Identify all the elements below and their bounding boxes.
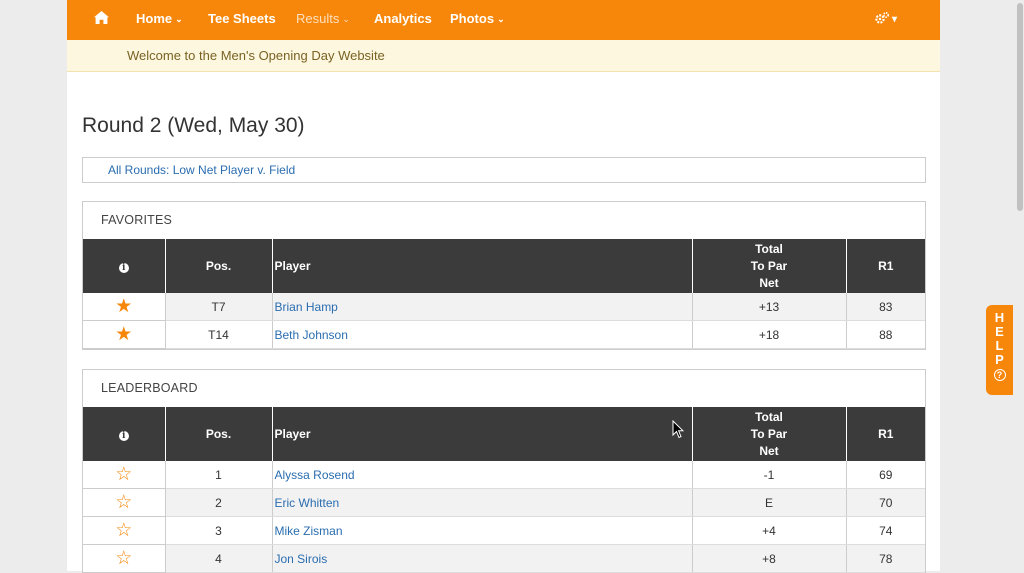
pos-column-header[interactable]: Pos. <box>165 239 273 293</box>
table-row: ★ T14 Beth Johnson +18 88 <box>83 320 925 349</box>
table-row: ☆ 1 Alyssa Rosend -1 69 <box>83 461 925 489</box>
r1-cell: 70 <box>846 488 925 517</box>
leaderboard-panel: LEADERBOARD i Pos. Player Total To Par N… <box>82 369 926 573</box>
player-link[interactable]: Brian Hamp <box>275 300 338 314</box>
position-cell: T7 <box>165 293 273 321</box>
player-cell: Jon Sirois <box>272 544 693 573</box>
star-outline-icon: ☆ <box>115 547 133 569</box>
star-outline-icon: ☆ <box>115 519 133 541</box>
page-title: Round 2 (Wed, May 30) <box>82 114 305 137</box>
all-rounds-link[interactable]: All Rounds: Low Net Player v. Field <box>108 158 295 182</box>
player-link[interactable]: Beth Johnson <box>275 328 348 342</box>
table-row: ★ T7 Brian Hamp +13 83 <box>83 293 925 321</box>
welcome-banner: Welcome to the Men's Opening Day Website <box>67 40 940 72</box>
info-column-header[interactable]: i <box>83 407 166 461</box>
table-row: ☆ 4 Jon Sirois +8 78 <box>83 544 925 573</box>
nav-photos[interactable]: Photos ⌄ <box>450 0 505 40</box>
position-cell: 2 <box>165 488 273 517</box>
mouse-cursor-icon <box>672 420 684 439</box>
favorite-toggle[interactable]: ★ <box>83 293 166 321</box>
r1-column-header[interactable]: R1 <box>846 239 925 293</box>
top-navbar: Home ⌄ Tee Sheets Results ⌄ Analytics Phot… <box>67 0 940 40</box>
player-link[interactable]: Eric Whitten <box>275 496 340 510</box>
favorite-toggle[interactable]: ☆ <box>83 516 166 545</box>
help-button[interactable]: H E L P ? <box>986 305 1013 395</box>
leaderboard-table: i Pos. Player Total To Par Net R1 ☆ 1 Al… <box>83 407 925 573</box>
position-cell: 3 <box>165 516 273 545</box>
info-icon: i <box>118 430 129 441</box>
info-column-header[interactable]: i <box>83 239 166 293</box>
to-par-cell: +8 <box>692 544 847 573</box>
position-cell: T14 <box>165 320 273 349</box>
player-link[interactable]: Jon Sirois <box>275 552 328 566</box>
table-header-row: i Pos. Player Total To Par Net R1 <box>83 407 925 461</box>
pos-column-header[interactable]: Pos. <box>165 407 273 461</box>
player-cell: Mike Zisman <box>272 516 693 545</box>
nav-home[interactable]: Home ⌄ <box>136 0 183 40</box>
table-header-row: i Pos. Player Total To Par Net R1 <box>83 239 925 293</box>
star-outline-icon: ☆ <box>115 491 133 513</box>
leaderboard-title: LEADERBOARD <box>101 381 198 395</box>
nav-tee-sheets[interactable]: Tee Sheets <box>208 0 276 40</box>
player-column-header[interactable]: Player <box>272 407 693 461</box>
player-column-header[interactable]: Player <box>272 239 693 293</box>
chevron-down-icon: ⌄ <box>175 14 183 24</box>
favorites-table: i Pos. Player Total To Par Net R1 ★ T7 B… <box>83 239 925 349</box>
r1-cell: 78 <box>846 544 925 573</box>
table-row: ☆ 3 Mike Zisman +4 74 <box>83 516 925 545</box>
page-scrollbar[interactable] <box>1016 0 1024 571</box>
to-par-cell: +13 <box>692 293 847 321</box>
settings-menu[interactable]: ▾ <box>875 0 897 40</box>
favorite-toggle[interactable]: ☆ <box>83 461 166 489</box>
total-column-header[interactable]: Total To Par Net <box>692 407 847 461</box>
position-cell: 1 <box>165 461 273 489</box>
r1-cell: 83 <box>846 293 925 321</box>
caret-down-icon: ▾ <box>892 14 898 25</box>
star-filled-icon: ★ <box>115 323 133 345</box>
r1-cell: 74 <box>846 516 925 545</box>
r1-column-header[interactable]: R1 <box>846 407 925 461</box>
info-icon: i <box>118 262 129 273</box>
favorite-toggle[interactable]: ☆ <box>83 488 166 517</box>
total-column-header[interactable]: Total To Par Net <box>692 239 847 293</box>
player-cell: Alyssa Rosend <box>272 461 693 489</box>
favorites-title: FAVORITES <box>101 213 173 227</box>
chevron-down-icon: ⌄ <box>497 14 505 24</box>
rounds-link-box: All Rounds: Low Net Player v. Field <box>82 157 926 183</box>
page-container: Home ⌄ Tee Sheets Results ⌄ Analytics Phot… <box>67 0 940 573</box>
to-par-cell: -1 <box>692 461 847 489</box>
scrollbar-thumb[interactable] <box>1017 3 1023 211</box>
favorite-toggle[interactable]: ☆ <box>83 544 166 573</box>
nav-results[interactable]: Results ⌄ <box>296 0 350 40</box>
chevron-down-icon: ⌄ <box>342 14 350 24</box>
to-par-cell: E <box>692 488 847 517</box>
home-icon[interactable] <box>94 0 109 40</box>
player-cell: Brian Hamp <box>272 293 693 321</box>
nav-analytics[interactable]: Analytics <box>374 0 432 40</box>
star-outline-icon: ☆ <box>115 463 133 485</box>
to-par-cell: +4 <box>692 516 847 545</box>
r1-cell: 88 <box>846 320 925 349</box>
position-cell: 4 <box>165 544 273 573</box>
player-cell: Eric Whitten <box>272 488 693 517</box>
table-row: ☆ 2 Eric Whitten E 70 <box>83 488 925 517</box>
to-par-cell: +18 <box>692 320 847 349</box>
gears-icon <box>875 11 890 24</box>
player-link[interactable]: Alyssa Rosend <box>275 468 355 482</box>
favorite-toggle[interactable]: ★ <box>83 320 166 349</box>
player-link[interactable]: Mike Zisman <box>275 524 343 538</box>
question-circle-icon: ? <box>993 369 1006 381</box>
favorites-panel: FAVORITES i Pos. Player Total To Par Net… <box>82 201 926 350</box>
r1-cell: 69 <box>846 461 925 489</box>
player-cell: Beth Johnson <box>272 320 693 349</box>
star-filled-icon: ★ <box>115 295 133 317</box>
